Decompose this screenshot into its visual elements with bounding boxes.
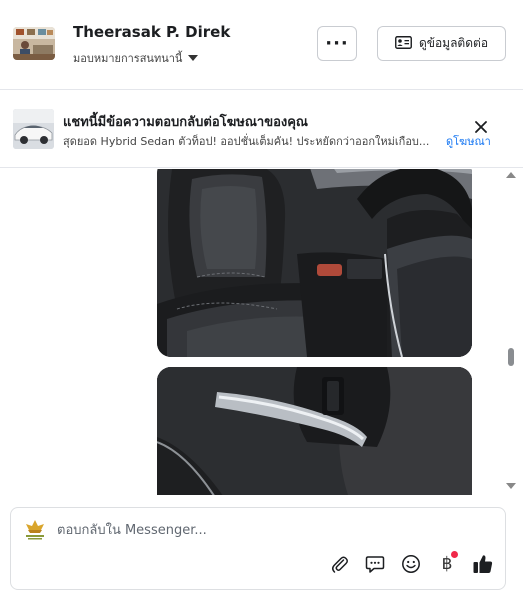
reply-composer: ฿ [10,507,506,590]
scrollbar-thumb[interactable] [508,348,514,366]
contact-name[interactable]: Theerasak P. Direk [73,23,230,41]
contact-card-icon [395,35,412,52]
conversation-header: Theerasak P. Direk มอบหมายการสนทนานี้ ··… [0,0,523,90]
more-options-button[interactable]: ··· [317,26,357,61]
ad-thumbnail [13,109,54,149]
assign-conversation-dropdown[interactable]: มอบหมายการสนทนานี้ [73,49,199,67]
emoji-icon[interactable] [400,553,422,575]
message-thread-scrollbar[interactable] [502,169,521,495]
view-contact-info-label: ดูข้อมูลติดต่อ [418,36,489,50]
message-photo-car-seat[interactable] [157,169,472,357]
scroll-down-arrow-icon[interactable] [506,483,516,489]
thumbs-up-icon[interactable] [472,553,494,575]
message-thread[interactable] [0,169,500,495]
contact-avatar[interactable] [13,27,55,60]
assign-label: มอบหมายการสนทนานี้ [73,52,183,65]
baht-icon[interactable]: ฿ [436,551,458,575]
payment-currency-symbol: ฿ [441,554,453,574]
chevron-down-icon [188,55,199,61]
notification-dot [451,551,458,558]
paperclip-icon[interactable] [329,553,351,575]
view-contact-info-button[interactable]: ดูข้อมูลติดต่อ [377,26,506,61]
close-icon[interactable] [472,118,490,136]
more-dots-icon: ··· [325,33,349,54]
chat-bubble-icon[interactable] [364,553,386,575]
page-logo-icon [22,517,48,541]
scroll-up-arrow-icon[interactable] [506,172,516,178]
ad-banner-title: แชทนี้มีข้อความตอบกลับต่อโฆษณาของคุณ [63,115,308,130]
reply-input[interactable] [57,519,477,541]
ad-description: สุดยอด Hybrid Sedan ตัวท็อป! ออปชั่นเต็ม… [63,135,430,148]
message-photo-door-handle[interactable] [157,367,472,495]
